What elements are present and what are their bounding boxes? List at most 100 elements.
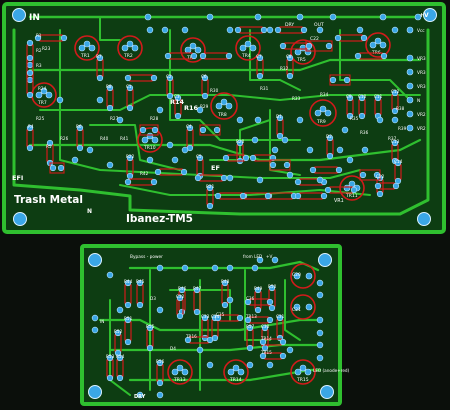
- solder-pad: [139, 126, 147, 134]
- solder-pad: [343, 76, 351, 84]
- transistor-label: TR2: [123, 53, 133, 59]
- solder-pad: [146, 132, 154, 140]
- solder-pad: [91, 326, 99, 334]
- mounting-hole: [320, 385, 334, 399]
- label-dry: DRY: [285, 22, 294, 28]
- solder-pad: [131, 44, 139, 52]
- solder-pad: [266, 316, 274, 324]
- solder-pad: [406, 26, 414, 34]
- label-plus-v: +V: [419, 12, 429, 19]
- solder-pad: [274, 26, 282, 34]
- component-label: C2: [166, 74, 172, 79]
- solder-pad: [150, 74, 158, 82]
- solder-pad: [242, 154, 250, 162]
- solder-pad: [226, 264, 234, 272]
- solder-pad: [26, 144, 34, 152]
- solder-pad: [26, 76, 34, 84]
- component-label: R23: [42, 46, 51, 51]
- solder-pad: [306, 146, 314, 154]
- label-r14: R14: [170, 98, 185, 106]
- solder-pad: [220, 98, 228, 106]
- solder-pad: [151, 126, 159, 134]
- component-label: R30: [210, 88, 219, 93]
- solder-pad: [164, 52, 172, 60]
- component-label: D4: [170, 346, 176, 351]
- component-label: R57: [246, 324, 255, 329]
- solder-pad: [226, 296, 234, 304]
- solder-pad: [316, 329, 324, 337]
- solder-pad: [406, 68, 414, 76]
- solder-pad: [239, 44, 247, 52]
- component-label: R36: [360, 130, 369, 135]
- component-label: C22: [376, 174, 385, 179]
- component-label: C31: [276, 314, 285, 319]
- component-label: R42: [140, 171, 149, 176]
- solder-pad: [194, 174, 202, 182]
- solder-pad: [276, 132, 284, 140]
- solder-pad: [88, 44, 96, 52]
- component-label: R20: [236, 139, 245, 144]
- solder-pad: [316, 316, 324, 324]
- solder-pad: [194, 46, 202, 54]
- solder-pad: [236, 314, 244, 322]
- solder-pad: [26, 69, 34, 77]
- solder-pad: [316, 279, 324, 287]
- mounting-hole: [417, 212, 431, 226]
- mounting-hole: [13, 212, 27, 226]
- component-label: R32: [280, 66, 289, 71]
- solder-pad: [176, 364, 184, 372]
- solder-pad: [211, 264, 219, 272]
- solder-pad: [254, 13, 262, 21]
- solder-pad: [406, 110, 414, 118]
- solder-pad: [116, 374, 124, 382]
- solder-pad: [296, 116, 304, 124]
- edge-label: VR3: [417, 84, 426, 90]
- solder-pad: [406, 82, 414, 90]
- solder-pad: [249, 154, 257, 162]
- label-in2: IN: [100, 319, 104, 324]
- solder-pad: [320, 192, 328, 200]
- solder-pad: [201, 92, 209, 100]
- solder-pad: [96, 74, 104, 82]
- solder-pad: [45, 91, 53, 99]
- solder-pad: [26, 61, 34, 69]
- pcb-layout: VccVR3VR3VR3NVR2VR2TR1 TR2 TR3 TR4TR5TR6TR7…: [2, 2, 446, 406]
- solder-pad: [126, 104, 134, 112]
- mounting-hole: [318, 253, 332, 267]
- solder-pad: [286, 346, 294, 354]
- component-label: R50: [268, 284, 277, 289]
- solder-pad: [374, 37, 382, 45]
- solder-pad: [326, 152, 334, 160]
- solder-pad: [232, 364, 240, 372]
- solder-pad: [126, 40, 134, 48]
- solder-pad: [236, 116, 244, 124]
- component-label: R45: [136, 279, 145, 284]
- component-label: C21: [292, 307, 301, 313]
- solder-pad: [206, 202, 214, 210]
- solder-pad: [206, 361, 214, 369]
- transistor-label: TR15: [296, 377, 309, 383]
- solder-pad: [193, 308, 201, 316]
- solder-pad: [266, 361, 274, 369]
- component-label: C5: [196, 154, 202, 159]
- label-out: OUT: [314, 22, 324, 28]
- mounting-hole: [12, 8, 26, 22]
- solder-pad: [391, 26, 399, 34]
- component-label: C9: [346, 94, 352, 99]
- solder-pad: [146, 26, 154, 34]
- solder-pad: [57, 164, 65, 172]
- solder-pad: [206, 336, 214, 344]
- component-label: R5: [46, 144, 52, 149]
- solder-pad: [124, 178, 132, 186]
- transistor-label: TR11: [345, 193, 358, 199]
- component-label: R54: [116, 354, 125, 359]
- solder-pad: [124, 74, 132, 82]
- solder-pad: [354, 52, 362, 60]
- solder-pad: [213, 126, 221, 134]
- component-label: R25: [36, 116, 45, 121]
- component-label: R4: [28, 124, 34, 129]
- label-from-led: from LED: [243, 254, 262, 259]
- solder-pad: [256, 72, 264, 80]
- component-label: C8: [286, 54, 292, 59]
- solder-pad: [251, 264, 259, 272]
